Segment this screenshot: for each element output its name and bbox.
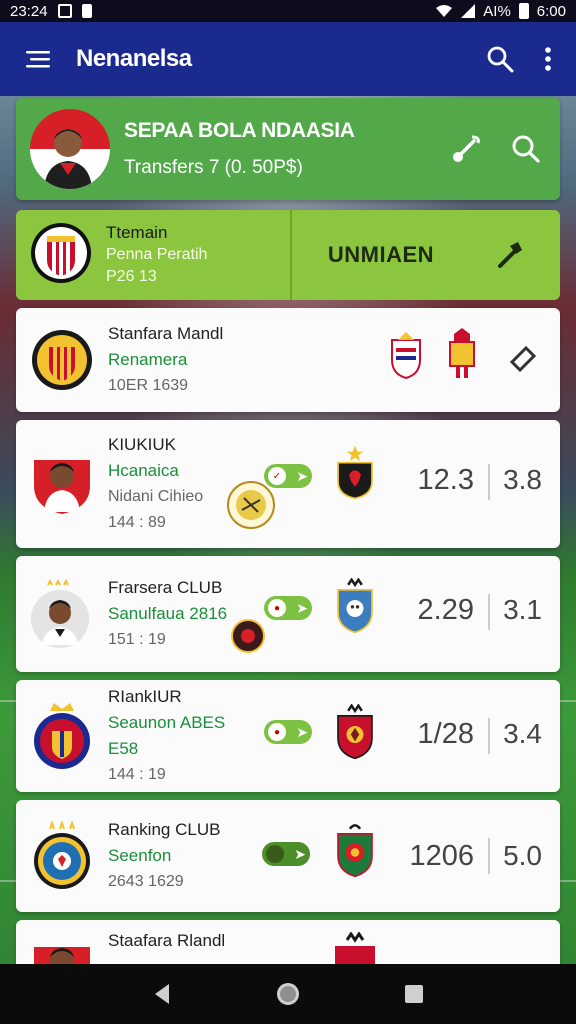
signal-icon (461, 4, 476, 18)
club-badge (449, 328, 475, 378)
score-home: 1206 (409, 840, 474, 872)
system-nav-bar (0, 964, 576, 1024)
list-item[interactable]: Stanfara Mandl Renamera 10ER 1639 (16, 308, 560, 412)
player-avatar (30, 452, 94, 516)
club-name: Frarsera CLUB (108, 578, 223, 597)
list-item[interactable]: RIankIUR Seaunon ABES E58 144 : 19 ● ➤ 1/… (16, 680, 560, 792)
team-code: P26 13 (106, 268, 157, 285)
team-subtitle: Penna Peratih (106, 246, 208, 263)
status-clock-right: 6:00 (536, 2, 566, 20)
team-card[interactable]: Ttemain Penna Peratih P26 13 UNMIAEN (16, 210, 560, 300)
sim-icon (81, 4, 92, 18)
club-crest (30, 703, 94, 769)
score-away: 3.1 (503, 594, 542, 625)
club-crest (30, 821, 94, 889)
club-meta: 2643 1629 (108, 873, 184, 890)
score-divider (488, 838, 490, 874)
app-bar: Nenanelsa (0, 22, 576, 96)
score-divider (488, 464, 490, 500)
player-avatar (30, 579, 94, 648)
club-subtitle: Seaunon ABES E58 (108, 713, 226, 758)
search-icon[interactable] (486, 45, 514, 73)
menu-icon (26, 51, 50, 68)
app-title: Nenanelsa (76, 45, 192, 72)
score-away: 3.8 (503, 464, 542, 495)
club-meta: 10ER 1639 (108, 377, 189, 394)
battery-icon (518, 3, 529, 19)
club-subtitle: Seenfon (108, 846, 172, 865)
club-crest (30, 328, 94, 392)
player-avatar (30, 109, 110, 189)
club-badge (391, 332, 421, 380)
home-icon[interactable] (275, 981, 301, 1007)
score-divider (488, 594, 490, 630)
club-name: Ranking CLUB (108, 820, 221, 839)
club-name: Stanfara Mandl (108, 324, 224, 343)
score-away: 5.0 (503, 840, 542, 871)
wifi-icon (436, 5, 453, 17)
recents-icon[interactable] (403, 983, 425, 1005)
back-icon[interactable] (151, 982, 173, 1006)
toggle-pill[interactable]: ● ➤ (264, 720, 312, 744)
more-vert-icon[interactable] (544, 46, 552, 72)
toggle-pill[interactable]: ● ➤ (264, 596, 312, 620)
status-bar: 23:24 AI% 6:00 (0, 0, 576, 22)
score-away: 3.4 (503, 718, 542, 749)
banner-title: SEPAA BOLA NDAASIA (124, 119, 355, 142)
club-name: KIUKIUK (108, 435, 177, 454)
score-home: 2.29 (417, 594, 474, 626)
toggle-pill[interactable]: ➤ (262, 842, 310, 866)
link-icon[interactable] (506, 340, 540, 374)
club-meta: 144 : 19 (108, 766, 166, 783)
opponent-crest (337, 824, 373, 878)
team-title: Ttemain (106, 223, 168, 242)
list-item[interactable]: Ranking CLUB Seenfon 2643 1629 ➤ 1206 5.… (16, 800, 560, 912)
battery-text: AI% (483, 2, 511, 20)
opponent-crest (337, 445, 373, 500)
league-banner[interactable]: SEPAA BOLA NDAASIA Transfers 7 (0. 50P$) (16, 98, 560, 200)
hammer-icon[interactable] (494, 240, 524, 270)
club-badge (227, 481, 275, 529)
club-badge (231, 619, 265, 653)
opponent-crest (337, 704, 373, 760)
club-subtitle: Renamera (108, 350, 188, 369)
club-name: RIankIUR (108, 687, 182, 706)
score-home: 12.3 (417, 464, 474, 496)
transfer-icon[interactable] (450, 133, 482, 165)
list-item[interactable]: Frarsera CLUB Sanulfaua 2816 151 : 19 ● ➤… (16, 556, 560, 672)
status-time: 23:24 (10, 2, 48, 20)
team-crest (30, 222, 92, 289)
search-icon[interactable] (510, 133, 540, 163)
menu-button[interactable] (0, 48, 76, 70)
score-home: 1/28 (417, 718, 474, 750)
club-name: Staafara Rlandl (108, 931, 226, 950)
banner-subtitle: Transfers 7 (0. 50P$) (124, 157, 303, 178)
notification-icon (57, 4, 72, 18)
score-divider (488, 718, 490, 754)
team-action-label[interactable]: UNMIAEN (328, 242, 434, 268)
list-item[interactable]: KIUKIUK Hcanaica Nidani Cihieo 144 : 89 … (16, 420, 560, 548)
opponent-crest (337, 578, 373, 634)
